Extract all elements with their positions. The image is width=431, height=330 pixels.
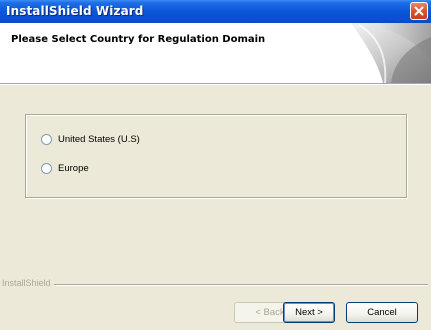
- header-divider: [0, 83, 431, 85]
- installshield-wizard-window: InstallShield Wizard Please Select Count…: [0, 0, 431, 330]
- radio-label-europe[interactable]: Europe: [58, 163, 89, 174]
- radio-button-us[interactable]: [41, 134, 52, 145]
- close-button[interactable]: [410, 2, 428, 20]
- cancel-button[interactable]: Cancel: [346, 302, 418, 323]
- next-button[interactable]: Next >: [283, 302, 335, 323]
- radio-option-europe[interactable]: Europe: [41, 163, 89, 174]
- radio-button-europe[interactable]: [41, 163, 52, 174]
- footer-divider: [2, 284, 428, 286]
- page-title: Please Select Country for Regulation Dom…: [11, 34, 266, 45]
- window-title: InstallShield Wizard: [6, 4, 144, 18]
- installshield-brand-label: InstallShield: [2, 278, 54, 288]
- close-icon: [414, 6, 424, 16]
- title-bar[interactable]: InstallShield Wizard: [0, 0, 431, 23]
- country-groupbox: [25, 114, 407, 198]
- radio-label-us[interactable]: United States (U.S): [58, 134, 140, 145]
- installshield-banner-graphic: [351, 23, 431, 83]
- radio-option-us[interactable]: United States (U.S): [41, 134, 140, 145]
- wizard-header: Please Select Country for Regulation Dom…: [0, 23, 431, 83]
